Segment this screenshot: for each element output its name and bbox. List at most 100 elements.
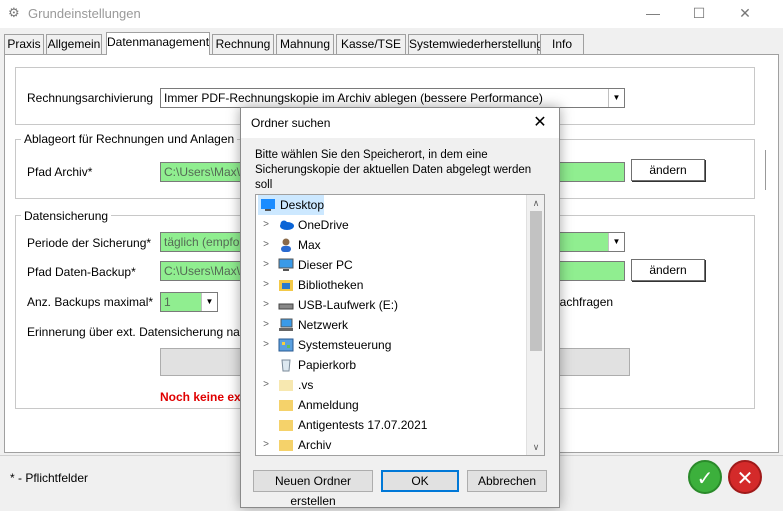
tree-scrollbar[interactable]: ∧ ∨ xyxy=(526,195,544,455)
tab-info[interactable]: Info xyxy=(540,34,584,54)
tree-item-label: Papierkorb xyxy=(298,358,357,372)
recycle-bin-icon xyxy=(281,359,291,372)
chevron-right-icon[interactable]: > xyxy=(260,335,272,355)
backup-change-button[interactable]: ändern xyxy=(631,259,705,281)
computer-icon xyxy=(278,258,294,271)
tab-praxis[interactable]: Praxis xyxy=(4,34,44,54)
instruction-line-1: Bitte wählen Sie den Speicherort, in dem… xyxy=(255,149,488,161)
archive-path-label: Pfad Archiv* xyxy=(27,165,93,179)
main-titlebar: ⚙ Grundeinstellungen — ☐ ✕ xyxy=(0,0,783,28)
tree-item-dieser-pc[interactable]: > Dieser PC xyxy=(256,255,526,275)
control-panel-icon xyxy=(278,338,294,352)
tab-rechnung[interactable]: Rechnung xyxy=(212,34,274,54)
side-panel-edge xyxy=(765,150,771,190)
tree-item-anmeldung[interactable]: Anmeldung xyxy=(256,395,526,415)
maximize-button[interactable]: ☐ xyxy=(676,2,722,26)
tree-item-max[interactable]: > Max xyxy=(256,235,526,255)
backup-group-title: Datensicherung xyxy=(21,209,112,223)
tree-item-archiv[interactable]: > Archiv xyxy=(256,435,526,455)
backup-max-select[interactable]: 1 ▼ xyxy=(160,292,218,312)
tree-item-usb-laufwerk[interactable]: > USB-Laufwerk (E:) xyxy=(256,295,526,315)
tree-item-label: .vs xyxy=(298,378,314,392)
checkmark-icon: ✓ xyxy=(696,468,714,490)
chevron-right-icon[interactable]: > xyxy=(260,315,272,335)
tree-item-label: Desktop xyxy=(280,198,325,212)
new-folder-button[interactable]: Neuen Ordner erstellen xyxy=(253,470,373,508)
scrollbar-thumb[interactable] xyxy=(530,211,542,351)
tree-item-antigentests[interactable]: Antigentests 17.07.2021 xyxy=(256,415,526,435)
storage-group-title: Ablageort für Rechnungen und Anlagen xyxy=(21,132,238,146)
tree-item-label: Bibliotheken xyxy=(298,278,364,292)
chevron-right-icon[interactable]: > xyxy=(260,235,272,255)
tree-item-label: Antigentests 17.07.2021 xyxy=(298,418,428,432)
tree-item-onedrive[interactable]: > OneDrive xyxy=(256,215,526,235)
chevron-right-icon[interactable]: > xyxy=(260,295,272,315)
backup-path-label: Pfad Daten-Backup* xyxy=(27,265,136,279)
backup-max-value: 1 xyxy=(164,295,171,309)
folder-icon xyxy=(279,400,293,411)
archiving-label: Rechnungsarchivierung xyxy=(27,91,154,105)
backup-max-label: Anz. Backups maximal* xyxy=(27,295,154,309)
close-button[interactable]: ✕ xyxy=(722,2,768,26)
cloud-icon xyxy=(280,220,294,230)
tree-item-label: Archiv xyxy=(298,438,332,452)
instruction-line-2: Sicherungskopie der aktuellen Daten abge… xyxy=(255,164,532,191)
folder-icon xyxy=(279,380,293,391)
folder-tree[interactable]: Desktop > OneDrive > Max > Dieser PC > B… xyxy=(255,194,545,456)
required-note: * - Pflichtfelder xyxy=(10,471,89,485)
archive-change-button[interactable]: ändern xyxy=(631,159,705,181)
tree-item-label: Dieser PC xyxy=(298,258,353,272)
dialog-instruction: Bitte wählen Sie den Speicherort, in dem… xyxy=(255,148,545,193)
cancel-x-button[interactable]: ✕ xyxy=(728,460,762,494)
dialog-title: Ordner suchen xyxy=(251,116,331,130)
tree-item-vs[interactable]: > .vs xyxy=(256,375,526,395)
library-icon xyxy=(279,280,293,291)
tab-kasse-tse[interactable]: Kasse/TSE xyxy=(336,34,406,54)
backup-period-label: Periode der Sicherung* xyxy=(27,236,152,250)
archiving-value: Immer PDF-Rechnungskopie im Archiv ableg… xyxy=(164,91,543,105)
scroll-up-icon[interactable]: ∧ xyxy=(527,195,544,211)
tree-item-papierkorb[interactable]: Papierkorb xyxy=(256,355,526,375)
tab-allgemein[interactable]: Allgemein xyxy=(46,34,102,54)
tab-datenmanagement[interactable]: Datenmanagement xyxy=(106,32,210,55)
dialog-titlebar: Ordner suchen ✕ xyxy=(241,108,559,138)
tree-item-label: OneDrive xyxy=(298,218,349,232)
folder-icon xyxy=(279,440,293,451)
minimize-button[interactable]: — xyxy=(630,2,676,26)
folder-browser-dialog: Ordner suchen ✕ Bitte wählen Sie den Spe… xyxy=(240,107,560,508)
chevron-right-icon[interactable]: > xyxy=(260,435,272,455)
settings-gear-icon: ⚙ xyxy=(8,5,20,20)
user-icon xyxy=(281,238,291,252)
chevron-right-icon[interactable]: > xyxy=(260,375,272,395)
tree-item-netzwerk[interactable]: > Netzwerk xyxy=(256,315,526,335)
archiving-select[interactable]: Immer PDF-Rechnungskopie im Archiv ableg… xyxy=(160,88,625,108)
network-icon xyxy=(279,318,293,331)
ok-checkmark-button[interactable]: ✓ xyxy=(688,460,722,494)
tree-item-label: Systemsteuerung xyxy=(298,338,392,352)
chevron-down-icon[interactable]: ▼ xyxy=(608,89,624,107)
tree-item-desktop[interactable]: Desktop xyxy=(258,195,324,215)
tree-item-label: USB-Laufwerk (E:) xyxy=(298,298,399,312)
tree-item-label: Netzwerk xyxy=(298,318,349,332)
tree-item-systemsteuerung[interactable]: > Systemsteuerung xyxy=(256,335,526,355)
usb-drive-icon xyxy=(278,303,294,310)
dialog-close-button[interactable]: ✕ xyxy=(525,110,555,136)
folder-icon xyxy=(279,420,293,431)
tab-mahnung[interactable]: Mahnung xyxy=(276,34,334,54)
reminder-label: Erinnerung über ext. Datensicherung nach… xyxy=(27,325,258,339)
chevron-down-icon[interactable]: ▼ xyxy=(201,293,217,311)
chevron-right-icon[interactable]: > xyxy=(260,275,272,295)
scroll-down-icon[interactable]: ∨ xyxy=(527,439,544,455)
tree-item-label: Anmeldung xyxy=(298,398,359,412)
window-title: Grundeinstellungen xyxy=(28,6,141,21)
tree-item-bibliotheken[interactable]: > Bibliotheken xyxy=(256,275,526,295)
x-icon: ✕ xyxy=(736,468,754,490)
dialog-ok-button[interactable]: OK xyxy=(381,470,459,492)
tab-systemwiederherstellung[interactable]: Systemwiederherstellung xyxy=(408,34,543,54)
chevron-right-icon[interactable]: > xyxy=(260,215,272,235)
desktop-icon xyxy=(261,199,275,211)
tree-item-label: Max xyxy=(298,238,321,252)
chevron-right-icon[interactable]: > xyxy=(260,255,272,275)
dialog-cancel-button[interactable]: Abbrechen xyxy=(467,470,547,492)
chevron-down-icon[interactable]: ▼ xyxy=(608,233,624,251)
